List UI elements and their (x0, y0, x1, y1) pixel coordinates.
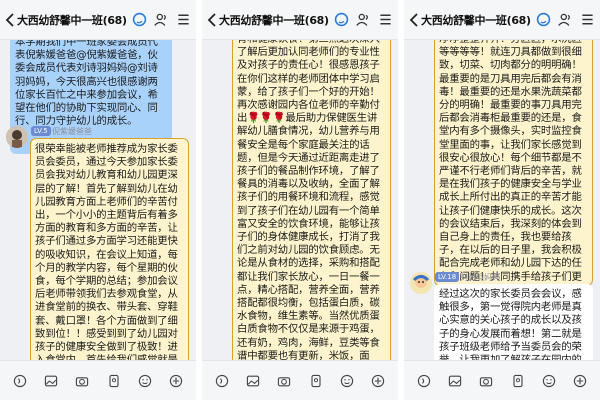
menu-icon[interactable] (579, 11, 596, 28)
input-toolbar (0, 360, 196, 400)
chat-panel-2: 大西幼舒馨中一班(68) 育和健康饮食！第三点这次深入了解后更加认同老师们的专业… (202, 0, 398, 400)
red-packet-icon[interactable] (510, 373, 526, 389)
voice-input-icon[interactable] (416, 373, 432, 389)
chat-panel-3: 大西幼舒馨中一班(68) 净净整整齐齐！分区区，水洗区等等等等！就连刀具都做到很… (404, 0, 600, 400)
more-options-icon[interactable] (370, 373, 386, 389)
image-icon[interactable] (43, 373, 59, 389)
camera-icon[interactable] (74, 373, 90, 389)
image-icon[interactable] (245, 373, 261, 389)
chat-title: 大西幼舒馨中一班(68) (219, 14, 329, 27)
back-arrow-icon[interactable] (409, 13, 419, 27)
message-list[interactable]: 本学期我们中一班家委会成员代表倪紫媛爸爸@倪紫媛爸爸，伙委会成员代表刘诗羽妈妈@… (0, 40, 196, 360)
group-members-icon[interactable] (153, 11, 170, 28)
chat-panel-1: 大西幼舒馨中一班(68) 本学期我们中一班家委会成员代表倪紫媛爸爸@倪紫媛爸爸，… (0, 0, 196, 400)
message-bubble[interactable]: 净净整整齐齐！分区区，水洗区等等等等！就连刀具都做到很细致，切菜、切肉都分的明明… (434, 40, 593, 286)
input-toolbar (404, 360, 600, 400)
voice-call-icon[interactable] (535, 11, 552, 28)
sender-avatar[interactable] (410, 272, 432, 294)
voice-input-icon[interactable] (12, 373, 28, 389)
message-list[interactable]: 育和健康饮食！第三点这次深入了解后更加认同老师们的专业性及对孩子的责任心！很感恩… (202, 40, 398, 360)
more-options-icon[interactable] (572, 373, 588, 389)
emoji-icon[interactable] (541, 373, 557, 389)
emoji-icon[interactable] (339, 373, 355, 389)
sender-avatar[interactable] (6, 126, 28, 148)
input-toolbar (202, 360, 398, 400)
chat-header: 大西幼舒馨中一班(68) (202, 0, 398, 40)
group-members-icon[interactable] (355, 11, 372, 28)
more-options-icon[interactable] (168, 373, 184, 389)
image-icon[interactable] (447, 373, 463, 389)
sender-level-badge: LV.5 (31, 126, 51, 136)
menu-icon[interactable] (175, 11, 192, 28)
red-packet-icon[interactable] (106, 373, 122, 389)
message-bubble[interactable]: 育和健康饮食！第三点这次深入了解后更加认同老师们的专业性及对孩子的责任心！很感恩… (232, 40, 391, 360)
chat-title: 大西幼舒馨中一班(68) (421, 14, 531, 27)
chat-title: 大西幼舒馨中一班(68) (17, 14, 127, 27)
message-bubble[interactable]: 经过这次的家长委员会会议，感触很多，第一觉得院内老师是真心实意的关心孩子的成长以… (434, 284, 593, 360)
voice-input-icon[interactable] (214, 373, 230, 389)
sender-name: 倪紫媛爸爸 (52, 127, 92, 136)
voice-call-icon[interactable] (333, 11, 350, 28)
back-arrow-icon[interactable] (5, 13, 15, 27)
camera-icon[interactable] (276, 373, 292, 389)
voice-call-icon[interactable] (131, 11, 148, 28)
back-arrow-icon[interactable] (207, 13, 217, 27)
sender-name: 刘诗羽妈妈 (460, 273, 500, 282)
chat-header: 大西幼舒馨中一班(68) (404, 0, 600, 40)
message-list[interactable]: 净净整整齐齐！分区区，水洗区等等等等！就连刀具都做到很细致，切菜、切肉都分的明明… (404, 40, 600, 360)
sender-level-badge: LV.18 (435, 272, 460, 282)
group-members-icon[interactable] (557, 11, 574, 28)
camera-icon[interactable] (478, 373, 494, 389)
red-packet-icon[interactable] (308, 373, 324, 389)
chat-header: 大西幼舒馨中一班(68) (0, 0, 196, 40)
menu-icon[interactable] (377, 11, 394, 28)
emoji-icon[interactable] (137, 373, 153, 389)
message-bubble[interactable]: 很荣幸能被老师推荐成为家长委员会委员，通过今天参加家长委员会我对幼儿教育和幼儿园… (30, 138, 189, 360)
